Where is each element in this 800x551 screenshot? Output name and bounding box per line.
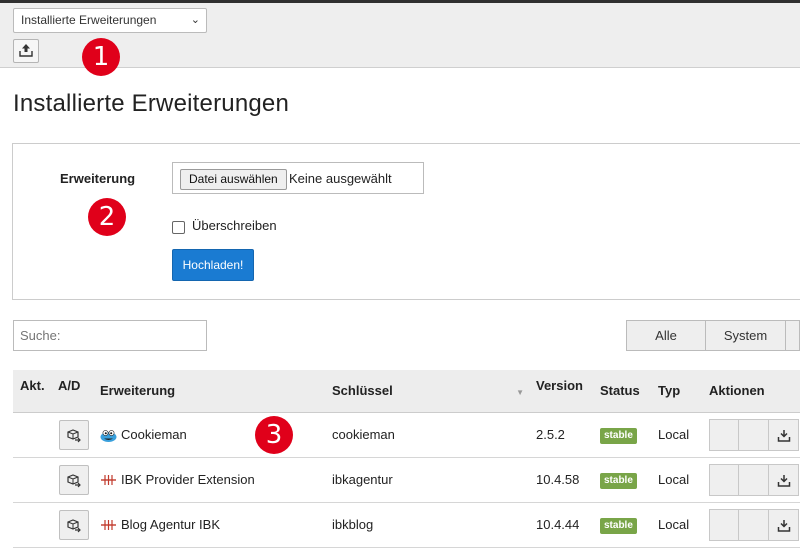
upload-icon [19,44,33,57]
extension-type: Local [658,502,709,548]
extension-key: cookieman [332,412,536,458]
status-badge: stable [600,427,637,444]
filter-all-button[interactable]: Alle [626,320,706,351]
extension-name-cell: Cookieman [100,412,332,458]
extension-name-cell: Blog Agentur IBK [100,502,332,548]
module-toolbar: Installierte Erweiterungen ⌄ [0,3,800,68]
overwrite-checkbox[interactable] [172,221,185,234]
status-badge: stable [600,517,637,534]
action-slot [739,508,769,541]
extension-version: 10.4.44 [536,502,600,548]
extension-name: IBK Provider Extension [121,472,255,487]
column-header-key[interactable]: Schlüssel ▼ [332,370,536,413]
toggle-extension-button[interactable] [59,419,89,450]
active-cell [13,502,58,548]
filter-system-button[interactable]: System [706,320,786,351]
search-input[interactable] [13,320,207,351]
toggle-extension-button[interactable] [59,509,89,540]
download-icon [777,519,790,532]
overwrite-label: Überschreiben [192,218,277,233]
extension-key: ibkblog [332,502,536,548]
activate-deactivate-icon [67,428,81,442]
upload-submit-button[interactable]: Hochladen! [172,249,254,281]
activate-deactivate-icon [67,473,81,487]
view-select[interactable]: Installierte Erweiterungen ⌄ [13,8,207,33]
download-icon [777,429,790,442]
action-slot [709,418,739,451]
action-slot [709,463,739,496]
page-title: Installierte Erweiterungen [13,90,290,117]
actions-cell [709,412,800,458]
upload-extension-button[interactable] [13,39,39,63]
view-select-value: Installierte Erweiterungen [21,13,157,27]
extension-version: 2.5.2 [536,412,600,458]
action-slot [709,508,739,541]
column-header-status[interactable]: Status [600,370,658,413]
column-header-type[interactable]: Typ [658,370,709,413]
column-header-active[interactable]: Akt. [13,370,58,413]
cookie-monster-icon [100,427,117,442]
filter-more-button[interactable] [786,320,800,351]
download-button[interactable] [769,508,799,541]
extension-field-label: Erweiterung [60,171,136,186]
status-badge: stable [600,472,637,489]
column-header-key-label: Schlüssel [332,383,393,398]
choose-file-button[interactable]: Datei auswählen [180,169,287,190]
active-cell [13,457,58,503]
ad-cell [58,502,100,548]
active-cell [13,412,58,458]
download-icon [777,474,790,487]
table-header-row: Akt. A/D Erweiterung Schlüssel ▼ Version… [13,370,800,413]
activate-deactivate-icon [67,518,81,532]
sort-icon: ▼ [516,388,524,397]
ibk-logo-icon [101,474,116,485]
extension-type: Local [658,457,709,503]
action-slot [739,418,769,451]
extensions-table: Akt. A/D Erweiterung Schlüssel ▼ Version… [13,370,800,548]
download-button[interactable] [769,463,799,496]
annotation-marker-3: 3 [255,416,293,454]
download-button[interactable] [769,418,799,451]
upload-form-panel: Erweiterung Datei auswählen Keine ausgew… [12,143,800,300]
actions-cell [709,502,800,548]
action-slot [739,463,769,496]
ad-cell [58,457,100,503]
column-header-actions: Aktionen [709,370,800,413]
file-input[interactable]: Datei auswählen Keine ausgewählt [172,162,424,194]
chevron-down-icon: ⌄ [190,14,200,26]
extension-type: Local [658,412,709,458]
status-cell: stable [600,457,658,503]
column-header-version[interactable]: Version [536,370,600,413]
extension-version: 10.4.58 [536,457,600,503]
file-status: Keine ausgewählt [289,171,392,186]
table-row: IBK Provider Extension ibkagentur 10.4.5… [13,457,800,503]
annotation-marker-2: 2 [88,198,126,236]
actions-cell [709,457,800,503]
extension-name: Cookieman [121,427,187,442]
column-header-extension[interactable]: Erweiterung [100,370,332,413]
extension-name-cell: IBK Provider Extension [100,457,332,503]
extension-key: ibkagentur [332,457,536,503]
ad-cell [58,412,100,458]
status-cell: stable [600,502,658,548]
filter-button-group: Alle System [626,320,800,351]
toggle-extension-button[interactable] [59,464,89,495]
table-row: Cookieman cookieman 2.5.2 stable Local [13,412,800,458]
ibk-logo-icon [101,519,116,530]
table-row: Blog Agentur IBK ibkblog 10.4.44 stable … [13,502,800,548]
annotation-marker-1: 1 [82,38,120,76]
column-header-ad[interactable]: A/D [58,370,100,413]
status-cell: stable [600,412,658,458]
extension-name: Blog Agentur IBK [121,517,221,532]
